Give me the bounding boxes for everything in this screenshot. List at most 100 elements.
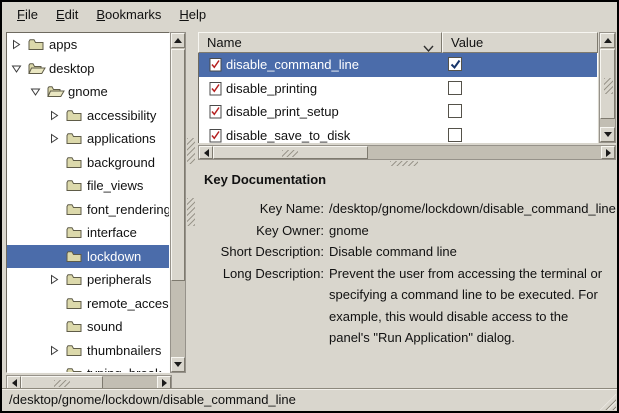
closed-folder-icon [66, 156, 85, 169]
closed-folder-icon [66, 203, 85, 216]
open-folder-icon [28, 62, 47, 75]
value-checkbox-unchecked[interactable] [448, 104, 462, 118]
key-row-disable_print_setup[interactable]: disable_print_setup [199, 100, 597, 124]
tree-item-applications[interactable]: applications [7, 127, 169, 151]
key-name-label: disable_print_setup [226, 104, 339, 119]
vertical-paned-handle[interactable] [186, 32, 198, 390]
closed-folder-icon [66, 367, 85, 373]
key-icon [209, 81, 226, 96]
tree-item-label: interface [85, 225, 137, 240]
horizontal-paned-handle[interactable] [198, 160, 617, 167]
doc-field: Key Name:/desktop/gnome/lockdown/disable… [198, 198, 617, 220]
doc-field-label: Short Description: [198, 241, 324, 263]
tree-item-gnome[interactable]: gnome [7, 80, 169, 104]
key-row-disable_save_to_disk[interactable]: disable_save_to_disk [199, 124, 597, 144]
doc-field: Short Description:Disable command line [198, 241, 617, 263]
scroll-right-button[interactable] [601, 146, 615, 159]
tree-item-desktop[interactable]: desktop [7, 57, 169, 81]
doc-field-label: Key Name: [198, 198, 324, 220]
tree-item-label: apps [47, 37, 77, 52]
value-checkbox-checked[interactable] [448, 57, 462, 71]
tree-item-apps[interactable]: apps [7, 33, 169, 57]
statusbar-text: /desktop/gnome/lockdown/disable_command_… [9, 392, 296, 407]
tree-item-thumbnailers[interactable]: thumbnailers [7, 339, 169, 363]
scroll-up-button[interactable] [600, 33, 615, 48]
tree-item-interface[interactable]: interface [7, 221, 169, 245]
value-checkbox-unchecked[interactable] [448, 128, 462, 142]
tree-item-label: desktop [47, 61, 95, 76]
menu-item-edit[interactable]: Edit [47, 2, 87, 28]
key-row-disable_command_line[interactable]: disable_command_line [199, 53, 597, 77]
scroll-left-button[interactable] [199, 146, 213, 159]
expander-collapsed-icon[interactable] [49, 274, 66, 285]
tree-item-file_views[interactable]: file_views [7, 174, 169, 198]
key-icon [209, 128, 226, 143]
column-header-value[interactable]: Value [442, 32, 598, 53]
scroll-down-button[interactable] [171, 357, 185, 372]
closed-folder-icon [66, 320, 85, 333]
closed-folder-icon [66, 132, 85, 145]
doc-field-label: Long Description: [198, 263, 324, 349]
list-horizontal-scrollbar[interactable] [198, 145, 616, 160]
tree-item-label: applications [85, 131, 156, 146]
column-header-name[interactable]: Name [198, 32, 442, 53]
menu-item-bookmarks[interactable]: Bookmarks [87, 2, 170, 28]
tree-item-background[interactable]: background [7, 151, 169, 175]
closed-folder-icon [66, 273, 85, 286]
tree-item-label: typing_break [85, 366, 161, 373]
arrow-right-icon [162, 379, 167, 387]
tree-item-label: gnome [66, 84, 108, 99]
menu-item-help[interactable]: Help [170, 2, 215, 28]
list-hscroll-thumb[interactable] [213, 146, 368, 159]
tree-vertical-scrollbar[interactable] [170, 32, 186, 373]
doc-field: Key Owner:gnome [198, 220, 617, 242]
key-icon [209, 57, 226, 72]
paned-grip [390, 161, 418, 166]
doc-title: Key Documentation [198, 167, 617, 187]
arrow-right-icon [606, 149, 611, 157]
tree-item-accessibility[interactable]: accessibility [7, 104, 169, 128]
menu-item-file[interactable]: File [8, 2, 47, 28]
value-checkbox-unchecked[interactable] [448, 81, 462, 95]
list-vertical-scrollbar[interactable] [599, 32, 616, 143]
tree-item-peripherals[interactable]: peripherals [7, 268, 169, 292]
thumb-grip [282, 150, 298, 157]
tree-item-label: thumbnailers [85, 343, 161, 358]
closed-folder-icon [66, 179, 85, 192]
tree-vscroll-thumb[interactable] [171, 49, 185, 281]
expander-collapsed-icon[interactable] [49, 110, 66, 121]
statusbar: /desktop/gnome/lockdown/disable_command_… [2, 388, 617, 411]
column-header-label: Name [207, 35, 242, 50]
arrow-up-icon [604, 38, 612, 43]
tree-item-lockdown[interactable]: lockdown [7, 245, 169, 269]
expander-expanded-icon[interactable] [11, 63, 28, 74]
tree-item-label: background [85, 155, 155, 170]
tree-item-typing_break[interactable]: typing_break [7, 362, 169, 373]
column-header-label: Value [451, 35, 483, 50]
key-list: disable_command_linedisable_printingdisa… [198, 53, 598, 143]
tree-item-label: file_views [85, 178, 143, 193]
tree-item-sound[interactable]: sound [7, 315, 169, 339]
list-vscroll-thumb[interactable] [600, 49, 615, 119]
expander-collapsed-icon[interactable] [49, 133, 66, 144]
key-row-disable_printing[interactable]: disable_printing [199, 77, 597, 101]
scroll-down-button[interactable] [600, 127, 615, 142]
arrow-down-icon [604, 132, 612, 137]
key-name-label: disable_save_to_disk [226, 128, 350, 143]
expander-expanded-icon[interactable] [30, 86, 47, 97]
expander-collapsed-icon[interactable] [49, 345, 66, 356]
expander-collapsed-icon[interactable] [11, 39, 28, 50]
gconf-editor-window: FileEditBookmarksHelp apps desktop gnome ac… [0, 0, 619, 413]
doc-fields: Key Name:/desktop/gnome/lockdown/disable… [198, 198, 617, 349]
closed-folder-icon [66, 250, 85, 263]
key-icon [209, 104, 226, 119]
paned-grip [187, 198, 195, 226]
closed-folder-icon [66, 344, 85, 357]
resize-grip-icon[interactable] [600, 394, 616, 410]
closed-folder-icon [66, 226, 85, 239]
tree-item-font_rendering[interactable]: font_rendering [7, 198, 169, 222]
scroll-up-button[interactable] [171, 33, 185, 48]
tree-item-remote_access[interactable]: remote_access [7, 292, 169, 316]
doc-field-value: Disable command line [329, 241, 457, 263]
tree-item-label: font_rendering [85, 202, 170, 217]
